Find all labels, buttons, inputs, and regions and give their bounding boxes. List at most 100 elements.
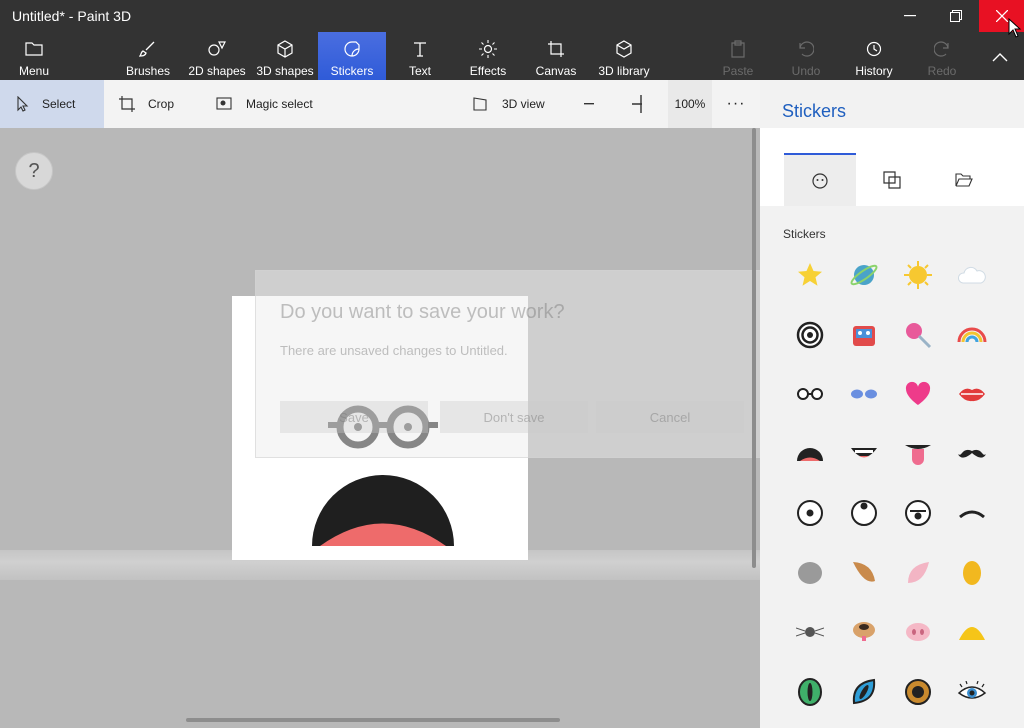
select-label: Select xyxy=(42,97,76,111)
zoom-level[interactable]: 100% xyxy=(668,80,712,128)
tool-options-bar: Select Crop Magic select 3D view 100% ··… xyxy=(0,80,760,128)
cloud-sticker[interactable] xyxy=(952,255,992,295)
custom-sticker-tab[interactable] xyxy=(928,153,1000,206)
2d-shapes-tab[interactable]: 2D shapes xyxy=(186,32,248,80)
2d-shapes-label: 2D shapes xyxy=(188,64,246,78)
help-button[interactable]: ? xyxy=(15,152,53,190)
sticker-icon xyxy=(344,41,360,57)
stickers-tab[interactable]: Stickers xyxy=(318,32,386,80)
brown-ear-sticker[interactable] xyxy=(844,553,884,593)
eye-down-sticker[interactable] xyxy=(898,493,938,533)
heart-sticker[interactable] xyxy=(898,374,938,414)
paste-icon xyxy=(731,40,745,58)
more-options-button[interactable]: ··· xyxy=(722,80,750,128)
undo-button[interactable]: Undo xyxy=(786,32,826,80)
3d-view-toggle[interactable]: 3D view xyxy=(472,80,545,128)
vertical-scrollbar[interactable] xyxy=(752,128,756,568)
mustache-sticker[interactable] xyxy=(952,434,992,474)
select-arrow-icon xyxy=(17,96,29,112)
redo-icon xyxy=(934,41,949,57)
pink-ear-sticker[interactable] xyxy=(898,553,938,593)
lashes-eye-sticker[interactable] xyxy=(952,672,992,712)
sunglasses-sticker[interactable] xyxy=(844,374,884,414)
planet-sticker[interactable] xyxy=(844,255,884,295)
pig-nose-sticker[interactable] xyxy=(898,612,938,652)
tongue-sticker[interactable] xyxy=(898,434,938,474)
zoom-out-button[interactable] xyxy=(584,80,606,128)
spiral-sticker[interactable] xyxy=(790,315,830,355)
texture-icon xyxy=(883,170,901,189)
collapse-ribbon-button[interactable] xyxy=(986,32,1014,80)
text-tab[interactable]: Text xyxy=(398,32,442,80)
undo-icon xyxy=(799,41,814,57)
dont-save-button[interactable]: Don't save xyxy=(440,401,588,433)
zoom-in-button[interactable] xyxy=(632,80,654,128)
save-button[interactable]: Save xyxy=(280,401,428,433)
effects-sun-icon xyxy=(479,40,497,58)
yellow-ear-sticker[interactable] xyxy=(952,553,992,593)
select-tool[interactable]: Select xyxy=(0,80,104,128)
minimize-button[interactable] xyxy=(887,0,933,32)
lollipop-sticker[interactable] xyxy=(898,315,938,355)
restore-icon xyxy=(950,10,962,22)
dialog-message: There are unsaved changes to Untitled. xyxy=(280,343,508,358)
menu-label: Menu xyxy=(18,64,50,78)
stickers-panel: Stickers Stickers xyxy=(760,80,1024,728)
lips-sticker[interactable] xyxy=(952,374,992,414)
canvas-label: Canvas xyxy=(535,64,577,78)
eyebrow-sticker[interactable] xyxy=(952,493,992,533)
redo-button[interactable]: Redo xyxy=(922,32,962,80)
save-dialog: Do you want to save your work? There are… xyxy=(255,270,769,458)
restore-button[interactable] xyxy=(933,0,979,32)
title-and-ribbon: Untitled* - Paint 3D Menu Brushes 2D sha… xyxy=(0,0,1024,80)
menu-button[interactable]: Menu xyxy=(10,32,58,80)
minimize-icon xyxy=(904,15,916,17)
canvas-icon xyxy=(548,41,564,57)
redo-label: Redo xyxy=(927,64,957,78)
dialog-title: Do you want to save your work? xyxy=(280,301,565,323)
brown-eye-sticker[interactable] xyxy=(898,672,938,712)
2d-shapes-icon xyxy=(208,41,226,56)
star-sticker[interactable] xyxy=(790,255,830,295)
gray-ear-sticker[interactable] xyxy=(790,553,830,593)
open-mouth-sticker[interactable] xyxy=(790,434,830,474)
effects-tab[interactable]: Effects xyxy=(464,32,512,80)
cancel-button[interactable]: Cancel xyxy=(596,401,744,433)
textures-category-tab[interactable] xyxy=(856,153,928,206)
sun-sticker[interactable] xyxy=(898,255,938,295)
rainbow-sticker[interactable] xyxy=(952,315,992,355)
stickers-category-tab[interactable] xyxy=(784,153,856,206)
eye-sticker[interactable] xyxy=(790,493,830,533)
duck-beak-sticker[interactable] xyxy=(952,612,992,652)
folder-icon xyxy=(25,42,43,56)
brushes-tab[interactable]: Brushes xyxy=(120,32,176,80)
green-cat-eye-sticker[interactable] xyxy=(790,672,830,712)
window-title: Untitled* - Paint 3D xyxy=(12,8,132,24)
robot-sticker[interactable] xyxy=(844,315,884,355)
canvas-workspace[interactable]: ? Do you want to save your work? There a… xyxy=(0,128,769,728)
undo-label: Undo xyxy=(791,64,821,78)
canvas-tab[interactable]: Canvas xyxy=(532,32,580,80)
3d-library-tab[interactable]: 3D library xyxy=(596,32,652,80)
smile-mouth-sticker[interactable] xyxy=(844,434,884,474)
glasses-sticker[interactable] xyxy=(790,374,830,414)
dog-nose-sticker[interactable] xyxy=(844,612,884,652)
mouse-nose-sticker[interactable] xyxy=(790,612,830,652)
horizontal-scrollbar[interactable] xyxy=(186,718,560,722)
history-button[interactable]: History xyxy=(850,32,898,80)
text-icon xyxy=(414,42,426,57)
title-bar: Untitled* - Paint 3D xyxy=(0,0,1024,38)
sticker-face-icon xyxy=(812,172,828,189)
effects-label: Effects xyxy=(469,64,507,78)
brush-icon xyxy=(139,41,155,57)
3d-view-icon xyxy=(473,97,487,111)
paste-label: Paste xyxy=(722,64,754,78)
magic-select-tool[interactable]: Magic select xyxy=(216,80,313,128)
crop-tool[interactable]: Crop xyxy=(118,80,174,128)
blue-cat-eye-sticker[interactable] xyxy=(844,672,884,712)
3d-shapes-tab[interactable]: 3D shapes xyxy=(255,32,315,80)
chevron-up-icon xyxy=(992,53,1008,62)
paste-button[interactable]: Paste xyxy=(718,32,758,80)
plus-icon xyxy=(632,95,642,113)
eye-up-sticker[interactable] xyxy=(844,493,884,533)
